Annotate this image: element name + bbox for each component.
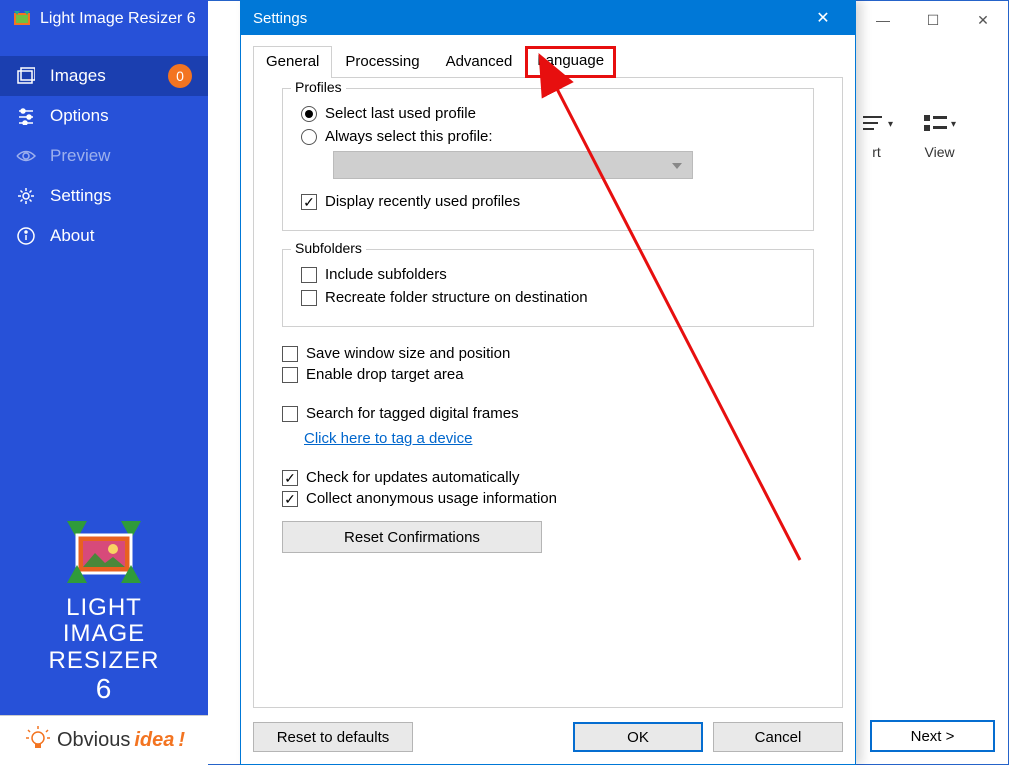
sidebar-item-preview[interactable]: Preview bbox=[0, 136, 208, 176]
radio-icon bbox=[301, 106, 317, 122]
checkbox-icon bbox=[282, 406, 298, 422]
brand-bang: ! bbox=[178, 729, 185, 752]
sidebar-item-options[interactable]: Options bbox=[0, 96, 208, 136]
cancel-button[interactable]: Cancel bbox=[713, 722, 843, 752]
app-icon bbox=[12, 9, 32, 29]
brand-obvious: Obvious bbox=[57, 729, 130, 752]
sidebar-item-settings[interactable]: Settings bbox=[0, 176, 208, 216]
app-titlebar: Light Image Resizer 6 bbox=[0, 0, 208, 38]
sidebar: Light Image Resizer 6 Images 0 Options P… bbox=[0, 0, 208, 765]
check-include-subfolders[interactable]: Include subfolders bbox=[301, 266, 795, 283]
check-display-recent[interactable]: Display recently used profiles bbox=[301, 193, 795, 210]
sort-icon: ▾ bbox=[860, 110, 893, 138]
close-button[interactable]: ✕ bbox=[958, 1, 1008, 39]
toolbar-view[interactable]: ▾ View bbox=[923, 110, 956, 160]
sidebar-item-label: About bbox=[50, 226, 94, 246]
toolbar-right: ▾ rt ▾ View bbox=[860, 110, 956, 160]
sidebar-item-label: Preview bbox=[50, 146, 110, 166]
sidebar-nav: Images 0 Options Preview Settings Abou bbox=[0, 56, 208, 256]
checkbox-icon bbox=[301, 267, 317, 283]
check-search-frames[interactable]: Search for tagged digital frames bbox=[282, 405, 814, 422]
images-count-badge: 0 bbox=[168, 64, 192, 88]
main-window-controls: — ☐ ✕ bbox=[858, 1, 1008, 39]
dialog-titlebar: Settings ✕ bbox=[241, 1, 855, 35]
sidebar-item-label: Settings bbox=[50, 186, 111, 206]
check-drop-target[interactable]: Enable drop target area bbox=[282, 366, 814, 383]
subfolders-legend: Subfolders bbox=[291, 240, 366, 256]
profiles-fieldset: Profiles Select last used profile Always… bbox=[282, 88, 814, 231]
dialog-body: Profiles Select last used profile Always… bbox=[253, 78, 843, 708]
brand-idea: idea bbox=[134, 729, 174, 752]
info-icon bbox=[16, 227, 36, 245]
tabs-row: General Processing Advanced Language bbox=[253, 45, 843, 78]
sidebar-logo: LIGHT IMAGE RESIZER 6 bbox=[0, 507, 208, 715]
radio-always-profile[interactable]: Always select this profile: bbox=[301, 128, 795, 145]
minimize-button[interactable]: — bbox=[858, 1, 908, 39]
sidebar-item-images[interactable]: Images 0 bbox=[0, 56, 208, 96]
sidebar-footer-brand[interactable]: Obviousidea! bbox=[0, 715, 208, 765]
subfolders-fieldset: Subfolders Include subfolders Recreate f… bbox=[282, 249, 814, 327]
toolbar-sort[interactable]: ▾ rt bbox=[860, 110, 893, 160]
tab-language[interactable]: Language bbox=[525, 46, 616, 78]
check-updates[interactable]: Check for updates automatically bbox=[282, 469, 814, 486]
reset-confirmations-button[interactable]: Reset Confirmations bbox=[282, 521, 542, 553]
ok-button[interactable]: OK bbox=[573, 722, 703, 752]
sidebar-item-label: Options bbox=[50, 106, 109, 126]
profiles-legend: Profiles bbox=[291, 79, 346, 95]
sidebar-item-about[interactable]: About bbox=[0, 216, 208, 256]
view-icon: ▾ bbox=[923, 110, 956, 138]
tag-device-link[interactable]: Click here to tag a device bbox=[304, 430, 472, 447]
tab-general[interactable]: General bbox=[253, 46, 332, 78]
gear-icon bbox=[16, 187, 36, 205]
checkbox-icon bbox=[301, 290, 317, 306]
checkbox-icon bbox=[282, 367, 298, 383]
radio-icon bbox=[301, 129, 317, 145]
check-recreate-structure[interactable]: Recreate folder structure on destination bbox=[301, 289, 795, 306]
checkbox-icon bbox=[301, 194, 317, 210]
sidebar-item-label: Images bbox=[50, 66, 106, 86]
app-logo-icon bbox=[59, 517, 149, 587]
settings-dialog: Settings ✕ General Processing Advanced L… bbox=[240, 0, 856, 765]
check-usage-info[interactable]: Collect anonymous usage information bbox=[282, 490, 814, 507]
tab-advanced[interactable]: Advanced bbox=[433, 46, 526, 78]
checkbox-icon bbox=[282, 346, 298, 362]
checkbox-icon bbox=[282, 491, 298, 507]
checkbox-icon bbox=[282, 470, 298, 486]
maximize-button[interactable]: ☐ bbox=[908, 1, 958, 39]
dialog-footer: Reset to defaults OK Cancel bbox=[253, 722, 843, 752]
reset-defaults-button[interactable]: Reset to defaults bbox=[253, 722, 413, 752]
logo-text: LIGHT IMAGE RESIZER 6 bbox=[0, 595, 208, 705]
next-button[interactable]: Next > bbox=[870, 720, 995, 752]
app-title: Light Image Resizer 6 bbox=[40, 10, 196, 28]
bulb-icon bbox=[23, 724, 53, 757]
profile-select[interactable] bbox=[333, 151, 693, 179]
sliders-icon bbox=[16, 107, 36, 125]
dialog-close-button[interactable]: ✕ bbox=[803, 1, 843, 35]
eye-icon bbox=[16, 149, 36, 163]
check-save-window-pos[interactable]: Save window size and position bbox=[282, 345, 814, 362]
dialog-title: Settings bbox=[253, 10, 307, 27]
radio-last-profile[interactable]: Select last used profile bbox=[301, 105, 795, 122]
images-stack-icon bbox=[16, 67, 36, 85]
tab-processing[interactable]: Processing bbox=[332, 46, 432, 78]
